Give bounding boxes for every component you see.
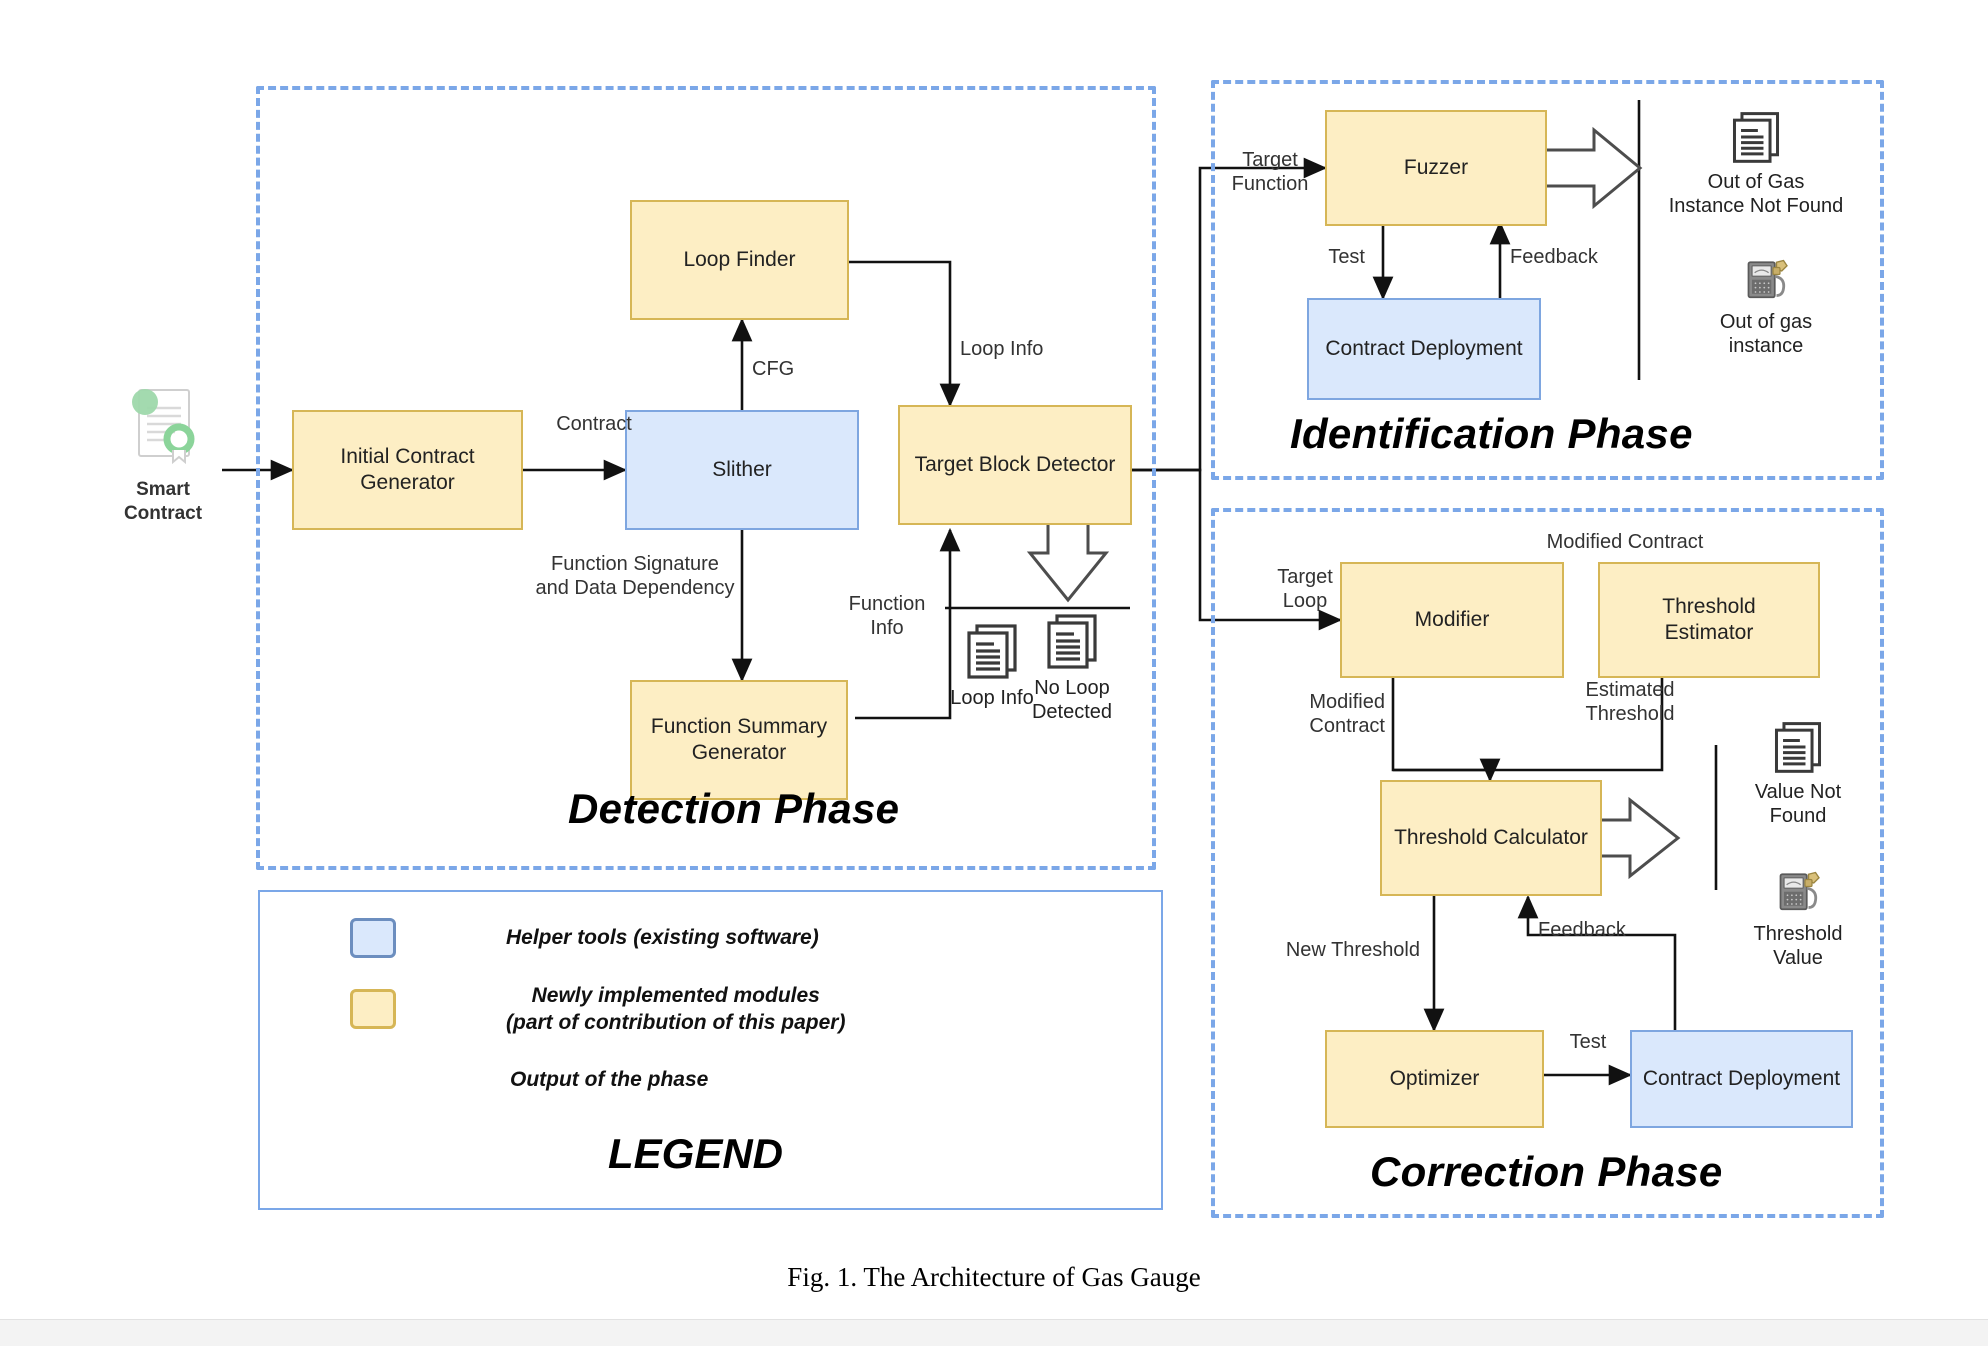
smart-contract-label: Smart Contract [123,479,203,524]
node-label: Contract Deployment [1642,1067,1841,1091]
node-label: Initial Contract Generator [340,445,475,494]
output-label: Out of Gas Instance Not Found [1668,171,1844,217]
node-fuzzer[interactable]: Fuzzer [1325,110,1547,226]
edge-label-test-correction: Test [1569,1031,1607,1053]
edge-label-cfg: CFG [752,358,795,380]
output-label: Value Not Found [1754,781,1842,827]
edge-label-new-threshold: New Threshold [1285,939,1420,961]
node-label: Slither [712,458,772,482]
node-label: Modifier [1414,608,1490,632]
edge-label-feedback-identification: Feedback [1510,246,1598,268]
detection-phase-title: Detection Phase [568,785,900,832]
edge-label-target-function: Target Function [1231,149,1309,195]
legend-item-phase-output: Output of the phase [350,1066,708,1093]
node-contract-deployment-identification[interactable]: Contract Deployment [1307,298,1541,400]
node-label: Threshold Calculator [1394,826,1588,850]
figure-caption: Fig. 1. The Architecture of Gas Gauge [787,1262,1201,1292]
documents-icon [1047,614,1097,669]
legend-label: Newly implemented modules (part of contr… [506,984,846,1035]
identification-phase-title: Identification Phase [1290,410,1693,457]
edge-label-target-loop: Target Loop [1277,566,1333,612]
edge-label-estimated-threshold: Estimated Threshold [1585,679,1675,725]
diagram-canvas: Smart Contract Initial Contract Generato… [0,0,1988,1346]
output-label: No Loop Detected [1031,677,1113,723]
edge-label-loop-info: Loop Info [960,338,1044,360]
node-loop-finder[interactable]: Loop Finder [630,200,849,320]
legend-swatch-helper [350,918,396,958]
contract-document-icon [132,389,195,465]
legend-swatch-module [350,989,396,1030]
edge-label-test-identification: Test [1328,246,1365,268]
legend-label: Output of the phase [510,1068,709,1091]
node-label: Threshold Estimator [1662,595,1756,644]
gas-pump-icon [1779,871,1820,911]
output-label: Out of gas instance [1719,311,1813,357]
documents-icon [1774,722,1822,773]
bottom-bar [0,1319,1988,1346]
legend-item-new-modules: Newly implemented modules (part of contr… [350,982,845,1037]
edge-label-contract: Contract [556,413,632,435]
gas-pump-icon [1747,259,1788,299]
output-label: Threshold Value [1753,923,1843,969]
documents-icon [967,624,1017,679]
node-label: Fuzzer [1403,156,1469,180]
legend-item-helper-tools: Helper tools (existing software) [350,918,819,958]
documents-icon [1732,112,1780,163]
edge-label-function-signature: Function Signature and Data Dependency [535,553,735,599]
node-contract-deployment-correction[interactable]: Contract Deployment [1630,1030,1853,1128]
correction-phase-title: Correction Phase [1370,1148,1723,1195]
node-threshold-calculator[interactable]: Threshold Calculator [1380,780,1602,896]
output-threshold-value: Threshold Value [1738,862,1858,970]
output-value-not-found: Value Not Found [1733,718,1863,828]
edge-label-modified-contract-top: Modified Contract [1546,531,1704,553]
node-function-summary-generator[interactable]: Function Summary Generator [630,680,848,800]
output-out-of-gas-not-found: Out of Gas Instance Not Found [1656,108,1856,218]
node-label: Loop Finder [683,248,796,272]
edge-label-feedback-correction: Feedback [1538,919,1626,941]
edge-label-function-info: Function Info [848,593,926,639]
node-label: Optimizer [1389,1067,1480,1091]
node-optimizer[interactable]: Optimizer [1325,1030,1544,1128]
node-target-block-detector[interactable]: Target Block Detector [898,405,1132,525]
node-label: Function Summary Generator [650,715,828,764]
output-no-loop-detected: No Loop Detected [1018,610,1126,724]
node-initial-contract-generator[interactable]: Initial Contract Generator [292,410,523,530]
legend-label: Helper tools (existing software) [506,926,819,950]
node-slither[interactable]: Slither [625,410,859,530]
legend-title: LEGEND [608,1130,784,1177]
smart-contract-input: Smart Contract [108,380,218,526]
node-label: Contract Deployment [1325,337,1523,361]
node-threshold-estimator[interactable]: Threshold Estimator [1598,562,1820,678]
edge-label-modified-contract: Modified Contract [1309,691,1385,737]
node-label: Target Block Detector [914,453,1116,477]
node-modifier[interactable]: Modifier [1340,562,1564,678]
output-out-of-gas-instance: Out of gas instance [1706,250,1826,358]
